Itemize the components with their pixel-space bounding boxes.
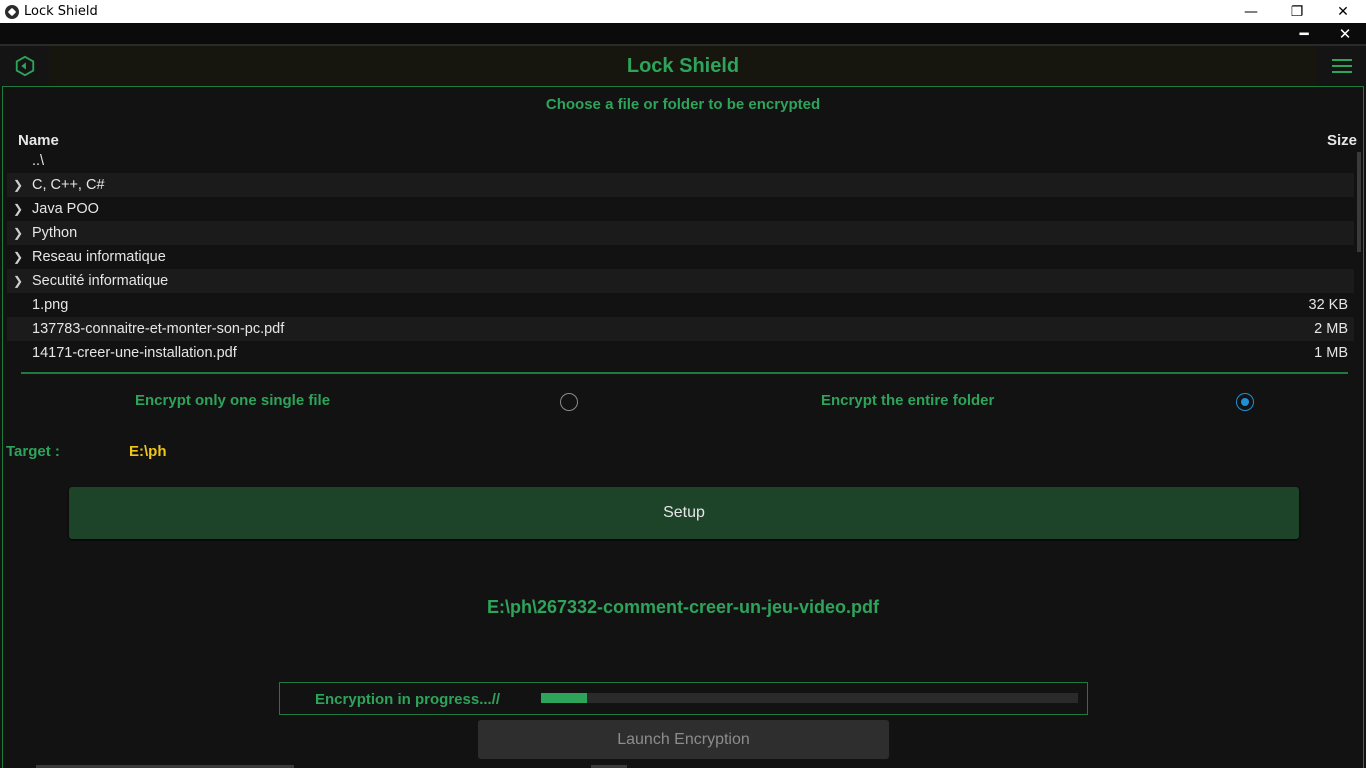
item-name: Python [32,225,78,241]
chevron-right-icon[interactable]: ❯ [13,245,23,269]
progress-bar [541,693,1078,703]
inner-close-button[interactable]: ✕ [1324,23,1366,44]
item-name: ..\ [32,153,45,169]
list-item-file[interactable]: 14171-creer-une-installation.pdf 1 MB [7,341,1354,365]
single-file-label: Encrypt only one single file [135,392,331,409]
item-name: Reseau informatique [32,249,166,265]
item-name: 1.png [32,297,69,313]
item-name: Java POO [32,201,99,217]
list-item-folder[interactable]: ❯ Java POO [7,197,1354,221]
list-item-file[interactable]: 1.png 32 KB [7,293,1354,317]
launch-encryption-button[interactable]: Launch Encryption [478,720,889,759]
target-label: Target : [6,443,60,460]
list-item-folder[interactable]: ❯ Reseau informatique [7,245,1354,269]
target-path: E:\ph [129,443,167,460]
chevron-right-icon[interactable]: ❯ [13,221,23,245]
app-title: Lock Shield [626,55,740,77]
menu-button[interactable] [1317,46,1366,86]
window-title: Lock Shield [24,4,98,19]
setup-button[interactable]: Setup [69,487,1299,539]
item-size: 2 MB [1314,321,1348,337]
progress-status: Encryption in progress...// [315,691,501,708]
progress-panel: Encryption in progress...// [279,682,1088,715]
file-browser: Name Size ..\ ❯ C, C++, C# ❯ Java POO ❯ … [7,130,1361,370]
item-size: 32 KB [1308,297,1349,313]
item-name: C, C++, C# [32,177,105,193]
hamburger-icon [1331,59,1352,73]
divider [21,372,1348,374]
chevron-right-icon[interactable]: ❯ [13,269,23,293]
list-item-folder[interactable]: ❯ Python [7,221,1354,245]
item-size: 1 MB [1314,345,1348,361]
item-name: Secutité informatique [32,273,169,289]
restore-button[interactable]: ❐ [1274,0,1320,23]
single-file-radio[interactable] [560,393,578,411]
progress-bar-fill [541,693,587,703]
list-item-folder[interactable]: ❯ C, C++, C# [7,173,1354,197]
entire-folder-radio[interactable] [1236,393,1254,411]
inner-minimize-button[interactable]: ━ [1283,23,1325,44]
current-file-path: E:\ph\267332-comment-creer-un-jeu-video.… [486,597,880,617]
column-header-name[interactable]: Name [18,132,59,149]
item-name: 14171-creer-une-installation.pdf [32,345,237,361]
list-item-file[interactable]: 137783-connaitre-et-monter-son-pc.pdf 2 … [7,317,1354,341]
window-titlebar: Lock Shield — ❐ ✕ [0,0,1366,23]
entire-folder-label: Encrypt the entire folder [821,392,995,409]
chevron-right-icon[interactable]: ❯ [13,197,23,221]
chevron-right-icon[interactable]: ❯ [13,173,23,197]
list-item-parent[interactable]: ..\ [7,149,1354,173]
minimize-button[interactable]: — [1228,0,1274,23]
column-header-size[interactable]: Size [1327,132,1357,149]
app-header: Lock Shield [0,44,1366,86]
browser-title: Choose a file or folder to be encrypted [545,96,821,113]
item-name: 137783-connaitre-et-monter-son-pc.pdf [32,321,285,337]
inner-toolbar: ━ ✕ [0,23,1366,44]
app-icon [5,4,19,19]
list-scrollbar[interactable] [1357,152,1361,252]
main-panel: Choose a file or folder to be encrypted … [2,86,1364,768]
close-button[interactable]: ✕ [1320,0,1366,23]
window-controls: — ❐ ✕ [1228,0,1366,23]
list-item-folder[interactable]: ❯ Secutité informatique [7,269,1354,293]
